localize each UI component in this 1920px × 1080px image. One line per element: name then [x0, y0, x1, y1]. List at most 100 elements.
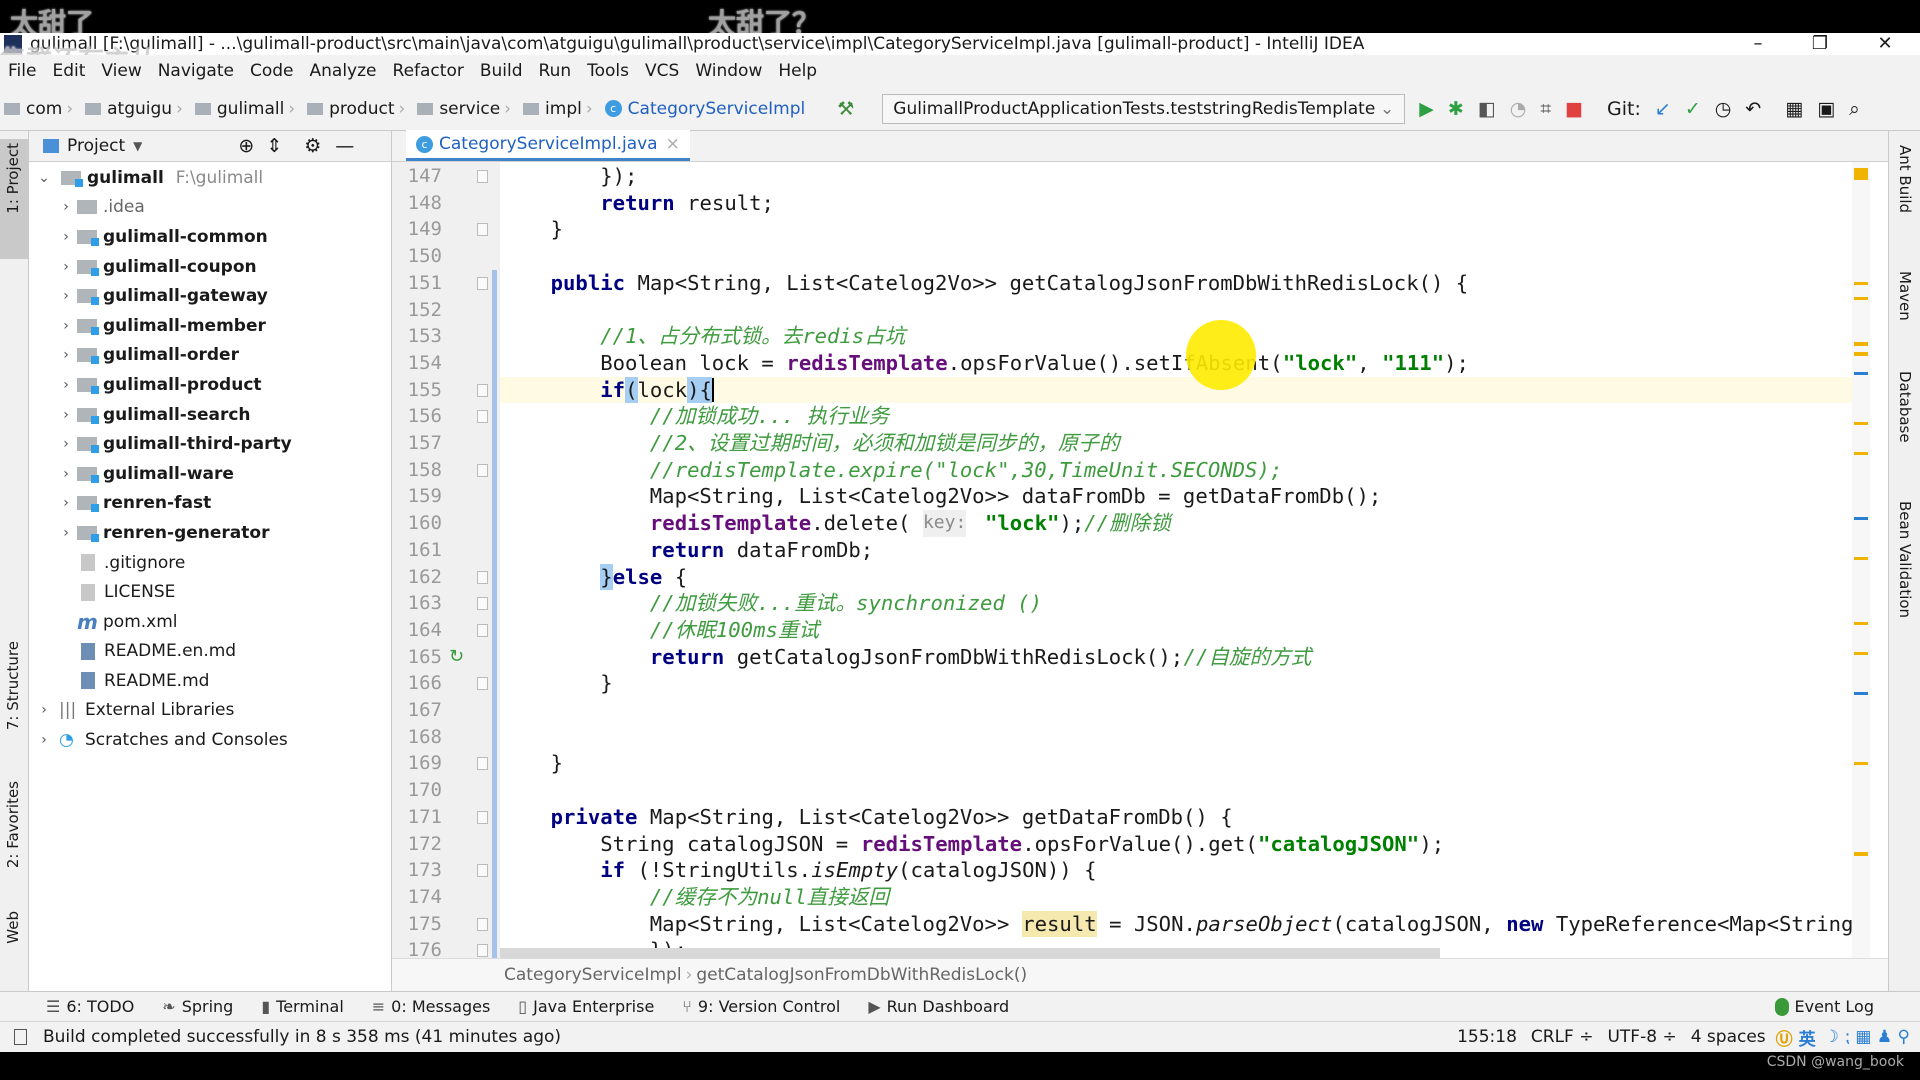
tree-item[interactable]: m pom.xml	[29, 607, 391, 637]
breadcrumb-method[interactable]: getCatalogJsonFromDbWithRedisLock()	[696, 965, 1027, 985]
menu-tools[interactable]: Tools	[579, 61, 637, 81]
stripe-marker[interactable]	[1854, 297, 1868, 300]
fold-marker-icon[interactable]	[477, 383, 488, 397]
menu-run[interactable]: Run	[531, 61, 580, 81]
fold-marker-icon[interactable]	[477, 944, 488, 958]
run-icon[interactable]: ▶	[1419, 98, 1434, 120]
fold-marker-icon[interactable]	[477, 223, 488, 237]
stripe-marker[interactable]	[1854, 352, 1868, 356]
chevron-right-icon[interactable]: ›	[33, 702, 55, 718]
chevron-right-icon[interactable]: ›	[55, 495, 77, 511]
error-stripe[interactable]	[1852, 162, 1870, 958]
menu-edit[interactable]: Edit	[44, 61, 93, 81]
tree-item[interactable]: › ||| External Libraries	[29, 696, 391, 726]
tool-tab-project[interactable]: 1: Project	[4, 143, 22, 214]
tool-tab-structure[interactable]: 7: Structure	[4, 641, 22, 730]
breadcrumb-item[interactable]: gulimall ›	[191, 99, 303, 119]
menu-analyze[interactable]: Analyze	[302, 61, 385, 81]
stripe-marker[interactable]	[1854, 517, 1868, 520]
chevron-right-icon[interactable]: ›	[55, 229, 77, 245]
caret-position[interactable]: 155:18	[1457, 1027, 1517, 1047]
fold-marker-icon[interactable]	[477, 276, 488, 290]
tree-item[interactable]: › gulimall-search	[29, 400, 391, 430]
tree-item[interactable]: › gulimall-coupon	[29, 252, 391, 282]
run-configuration-select[interactable]: GulimallProductApplicationTests.teststri…	[882, 93, 1406, 124]
menu-help[interactable]: Help	[770, 61, 825, 81]
locate-icon[interactable]: ⊕	[238, 135, 254, 157]
stripe-marker[interactable]	[1854, 342, 1868, 346]
menu-vcs[interactable]: VCS	[637, 61, 687, 81]
menu-file[interactable]: File	[0, 61, 44, 81]
menu-build[interactable]: Build	[472, 61, 531, 81]
close-button[interactable]: ✕	[1860, 33, 1910, 54]
breadcrumb-class[interactable]: CategoryServiceImpl	[504, 965, 682, 985]
gear-icon[interactable]: ⚙	[304, 135, 321, 157]
stripe-marker[interactable]	[1854, 557, 1868, 560]
tool-window-terminal[interactable]: ▮ Terminal	[261, 997, 343, 1016]
tool-tab-favorites[interactable]: 2: Favorites	[4, 781, 22, 868]
tool-window-0-messages[interactable]: ≡ 0: Messages	[372, 997, 491, 1016]
tree-item[interactable]: › gulimall-common	[29, 222, 391, 252]
stripe-marker[interactable]	[1854, 168, 1868, 180]
chevron-right-icon[interactable]: ›	[55, 288, 77, 304]
breadcrumb-item[interactable]: impl ›	[519, 99, 601, 119]
git-commit-icon[interactable]: ✓	[1685, 98, 1701, 120]
chevron-right-icon[interactable]: ›	[55, 259, 77, 275]
tree-item[interactable]: README.md	[29, 666, 391, 696]
tool-window-java-enterprise[interactable]: ▯ Java Enterprise	[518, 997, 654, 1016]
chevron-right-icon[interactable]: ›	[55, 525, 77, 541]
tool-window-spring[interactable]: ❧ Spring	[162, 997, 233, 1016]
tool-window-run-dashboard[interactable]: ▶ Run Dashboard	[868, 997, 1009, 1016]
event-log-button[interactable]: Event Log	[1774, 997, 1874, 1016]
breadcrumb-item[interactable]: atguigu ›	[81, 99, 191, 119]
menu-window[interactable]: Window	[687, 61, 770, 81]
profile-icon[interactable]: ◔	[1510, 98, 1527, 120]
history-icon[interactable]: ◷	[1715, 98, 1732, 120]
tree-item[interactable]: README.en.md	[29, 637, 391, 667]
collapse-all-icon[interactable]: ⇕	[266, 135, 282, 157]
fold-marker-icon[interactable]	[477, 864, 488, 878]
tree-root[interactable]: ⌄ gulimall F:\gulimall	[29, 163, 391, 193]
stripe-marker[interactable]	[1854, 622, 1868, 625]
stripe-marker[interactable]	[1854, 372, 1868, 375]
horizontal-scrollbar[interactable]	[500, 948, 1440, 958]
build-hammer-icon[interactable]: ⚒	[837, 98, 854, 120]
hide-panel-icon[interactable]: —	[335, 135, 354, 157]
tree-item[interactable]: › renren-fast	[29, 489, 391, 519]
tree-item[interactable]: › .idea	[29, 193, 391, 223]
menu-refactor[interactable]: Refactor	[385, 61, 472, 81]
stop-icon[interactable]: ■	[1565, 98, 1583, 120]
stripe-marker[interactable]	[1854, 762, 1868, 765]
menu-code[interactable]: Code	[242, 61, 302, 81]
breadcrumb-item[interactable]: product ›	[303, 99, 413, 119]
close-tab-icon[interactable]: ×	[666, 134, 680, 154]
coverage-icon[interactable]: ◧	[1478, 98, 1496, 120]
restore-button[interactable]: ❐	[1795, 33, 1845, 54]
fold-marker-icon[interactable]	[477, 810, 488, 824]
chevron-right-icon[interactable]: ›	[55, 466, 77, 482]
line-separator[interactable]: CRLF ÷	[1531, 1027, 1594, 1047]
fold-marker-icon[interactable]	[477, 597, 488, 611]
chevron-right-icon[interactable]: ›	[55, 407, 77, 423]
project-view-select[interactable]: Project	[67, 136, 125, 156]
ime-tools-icon[interactable]: ☽ ⁏ ▦ ♟ ⚲	[1824, 1027, 1910, 1047]
chevron-right-icon[interactable]: ›	[55, 436, 77, 452]
fold-marker-icon[interactable]	[477, 757, 488, 771]
breadcrumb-item[interactable]: service ›	[413, 99, 519, 119]
tree-item[interactable]: › gulimall-product	[29, 370, 391, 400]
stripe-marker[interactable]	[1854, 452, 1868, 455]
search-icon[interactable]: ⌕	[1849, 98, 1860, 120]
tool-tab-maven[interactable]: Maven	[1896, 271, 1914, 321]
breadcrumb-class[interactable]: c CategoryServiceImpl	[601, 99, 810, 119]
chevron-right-icon[interactable]: ›	[55, 199, 77, 215]
menu-view[interactable]: View	[93, 61, 149, 81]
tool-tab-ant-build[interactable]: Ant Build	[1896, 145, 1914, 213]
ime-language[interactable]: 英	[1799, 1025, 1816, 1050]
fold-marker-icon[interactable]	[477, 677, 488, 691]
rollback-icon[interactable]: ↶	[1745, 98, 1761, 120]
tree-item[interactable]: › gulimall-member	[29, 311, 391, 341]
attach-icon[interactable]: ⌗	[1540, 98, 1551, 120]
terminal-window-icon[interactable]: ▣	[1817, 98, 1835, 120]
project-structure-icon[interactable]: ▦	[1785, 98, 1803, 120]
stripe-marker[interactable]	[1854, 692, 1868, 695]
